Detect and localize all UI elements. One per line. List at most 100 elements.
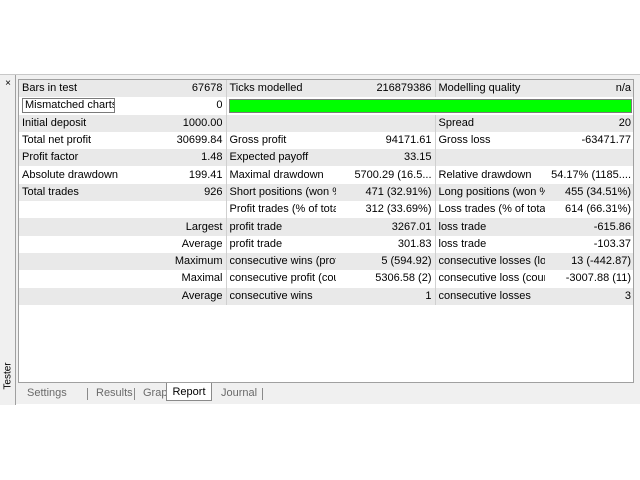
report-cell-label-a	[19, 201, 118, 219]
report-cell-value-c: 455 (34.51%)	[545, 183, 633, 202]
report-cell-value-c	[545, 149, 633, 167]
report-cell-label-a: Initial deposit	[19, 114, 118, 132]
report-row: Maximalconsecutive profit (cou...5306.58…	[19, 270, 633, 288]
report-cell-label-b: consecutive wins	[226, 287, 336, 305]
report-cell-label-b: Ticks modelled	[226, 80, 336, 98]
report-cell-value-a: Average	[118, 287, 227, 305]
report-cell-label-b: consecutive wins (profi...	[226, 252, 336, 271]
report-row: Total net profit 30699.84 Gross profit 9417…	[19, 131, 633, 150]
mismatched-charts-value: 0	[118, 97, 227, 115]
tab-separator	[134, 388, 135, 400]
report-cell-value-b: 312 (33.69%)	[336, 201, 436, 219]
report-cell-value-b: 216879386	[336, 80, 436, 98]
report-cell-label-c: loss trade	[435, 235, 545, 253]
report-cell-label-a	[19, 287, 118, 305]
report-cell-value-c: -3007.88 (11)	[545, 270, 633, 288]
report-row: Absolute drawdown 199.41 Maximal drawdown 5…	[19, 166, 633, 184]
modelling-quality-bar	[228, 98, 632, 113]
report-cell-label-a	[19, 235, 118, 253]
report-cell-label-b: Expected payoff	[226, 149, 336, 167]
report-cell-label-c: consecutive loss (count...	[435, 270, 545, 288]
report-cell-label-c: Long positions (won %)	[435, 183, 545, 202]
mismatched-charts-cell: Mismatched charts...	[19, 97, 118, 115]
tab-settings[interactable]: Settings	[22, 384, 72, 402]
report-cell-value-c: 614 (66.31%)	[545, 201, 633, 219]
report-row: Mismatched charts...0	[19, 97, 633, 115]
report-cell-label-b: Maximal drawdown	[226, 166, 336, 184]
report-cell-label-a: Bars in test	[19, 80, 118, 98]
report-cell-label-c: consecutive losses	[435, 287, 545, 305]
report-row: Maximumconsecutive wins (profi...5 (594.…	[19, 252, 633, 271]
report-cell-label-c: Spread	[435, 114, 545, 132]
tab-journal[interactable]: Journal	[216, 384, 262, 402]
report-cell-value-b	[336, 114, 436, 132]
report-cell-label-b: Short positions (won %)	[226, 183, 336, 202]
report-row: Largest profit trade 3267.01 loss trade -615…	[19, 218, 633, 236]
tester-side-label-text: Tester	[2, 362, 14, 390]
report-cell-value-b: 33.15	[336, 149, 436, 167]
report-row: Average consecutive wins 1 consecutive loss…	[19, 287, 633, 305]
report-cell-value-a: 67678	[118, 80, 227, 98]
report-row: Average profit trade 301.83 loss trade -103.…	[19, 235, 633, 253]
mismatched-charts-field[interactable]: Mismatched charts...	[22, 98, 115, 114]
report-cell-value-c: -103.37	[545, 235, 633, 253]
report-cell-label-a: Total trades	[19, 183, 118, 202]
close-icon[interactable]: ×	[3, 79, 13, 89]
report-cell-value-c: n/a	[545, 80, 633, 98]
report-cell-value-c: 3	[545, 287, 633, 305]
report-row: Profit factor 1.48 Expected payoff 33.15	[19, 149, 633, 167]
report-cell-label-a: Absolute drawdown	[19, 166, 118, 184]
report-cell-label-b: consecutive profit (cou...	[226, 270, 336, 288]
report-cell-label-b: profit trade	[226, 235, 336, 253]
tester-tabs: Settings Results Graph Report Journal	[18, 383, 634, 404]
report-cell-value-a: Average	[118, 235, 227, 253]
report-cell-value-a: Maximal	[118, 270, 227, 288]
tab-results[interactable]: Results	[91, 384, 138, 402]
modelling-quality-bar-fill	[229, 99, 631, 112]
tester-side-label[interactable]: Tester	[1, 351, 15, 401]
report-cell-label-a	[19, 252, 118, 271]
report-cell-value-a: 1.48	[118, 149, 227, 167]
report-cell-value-c: -615.86	[545, 218, 633, 236]
report-cell-label-b: Profit trades (% of total)	[226, 201, 336, 219]
report-cell-label-b: profit trade	[226, 218, 336, 236]
report-row: Initial deposit 1000.00 Spread 20	[19, 114, 633, 132]
tester-side-strip: × Tester	[0, 75, 16, 405]
report-row: Total trades 926 Short positions (won %) 47…	[19, 183, 633, 202]
tab-report[interactable]: Report	[166, 383, 212, 401]
report-cell-label-a: Total net profit	[19, 131, 118, 150]
report-cell-value-b: 301.83	[336, 235, 436, 253]
report-row: Bars in test 67678 Ticks modelled 216879386…	[19, 80, 633, 98]
tab-separator	[262, 388, 263, 400]
report-cell-label-c: loss trade	[435, 218, 545, 236]
report-cell-value-a: 30699.84	[118, 131, 227, 150]
report-cell-value-b: 5700.29 (16.5...	[336, 166, 436, 184]
report-cell-label-c: Relative drawdown	[435, 166, 545, 184]
report-cell-label-a	[19, 270, 118, 288]
report-cell-value-c: 54.17% (1185....	[545, 166, 633, 184]
report-cell-value-b: 94171.61	[336, 131, 436, 150]
report-cell-value-a: 926	[118, 183, 227, 202]
report-cell-label-a	[19, 218, 118, 236]
report-cell-label-c	[435, 149, 545, 167]
report-cell-label-c: Modelling quality	[435, 80, 545, 98]
report-row: Profit trades (% of total) 312 (33.69%) Lo…	[19, 201, 633, 219]
report-cell-value-b: 1	[336, 287, 436, 305]
report-table: Bars in test 67678 Ticks modelled 216879386…	[19, 80, 633, 305]
report-cell-value-a: 199.41	[118, 166, 227, 184]
report-cell-value-a: Maximum	[118, 252, 227, 271]
report-cell-value-b: 5 (594.92)	[336, 252, 436, 271]
modelling-quality-bar-cell	[226, 97, 633, 115]
report-cell-label-b: Gross profit	[226, 131, 336, 150]
report-cell-value-a	[118, 201, 227, 219]
report-cell-value-a: Largest	[118, 218, 227, 236]
report-cell-value-b: 3267.01	[336, 218, 436, 236]
report-cell-label-c: Gross loss	[435, 131, 545, 150]
report-cell-label-c: Loss trades (% of total)	[435, 201, 545, 219]
report-cell-value-c: -63471.77	[545, 131, 633, 150]
tab-separator	[87, 388, 88, 400]
report-panel: Bars in test 67678 Ticks modelled 216879386…	[18, 79, 634, 383]
report-cell-value-b: 5306.58 (2)	[336, 270, 436, 288]
report-cell-label-a: Profit factor	[19, 149, 118, 167]
report-cell-value-c: 13 (-442.87)	[545, 252, 633, 271]
